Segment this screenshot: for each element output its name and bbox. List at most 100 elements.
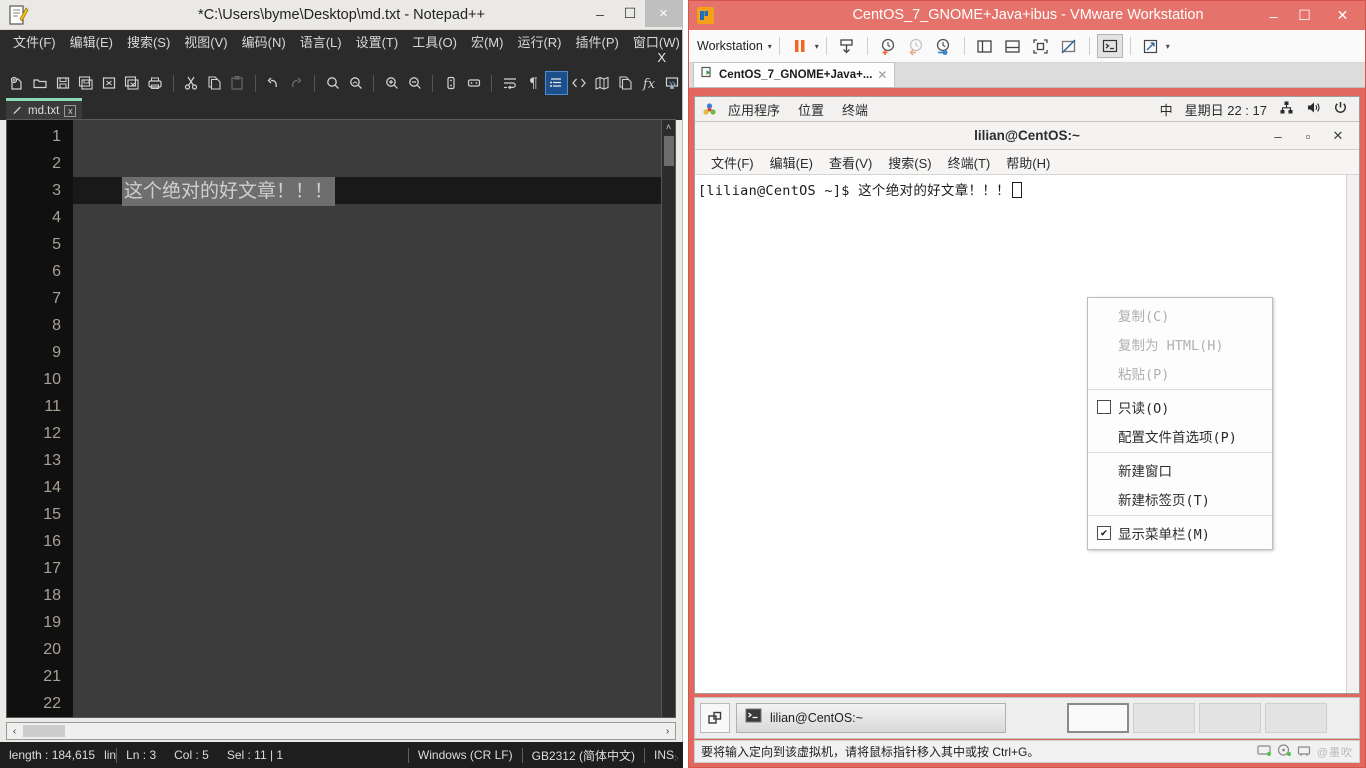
menu-view[interactable]: 视图(V) bbox=[177, 30, 234, 53]
scroll-up-arrow-icon[interactable]: ˄ bbox=[662, 120, 675, 134]
terminal-menu-search[interactable]: 搜索(S) bbox=[880, 153, 939, 172]
cd-dvd-device-icon[interactable] bbox=[1277, 743, 1292, 760]
vmware-maximize-button[interactable]: ☐ bbox=[1289, 3, 1320, 28]
terminal-maximize-button[interactable]: ▫ bbox=[1294, 122, 1322, 150]
terminal-close-button[interactable]: ✕ bbox=[1324, 122, 1352, 150]
terminal-scrollbar[interactable] bbox=[1346, 175, 1359, 693]
zoom-in-icon[interactable] bbox=[381, 72, 402, 94]
input-method-indicator[interactable]: 中 bbox=[1160, 100, 1173, 119]
workstation-menu-label[interactable]: Workstation bbox=[697, 39, 766, 53]
snapshot-take-icon[interactable] bbox=[875, 34, 901, 58]
terminal-minimize-button[interactable]: – bbox=[1264, 122, 1292, 150]
hard-disk-device-icon[interactable] bbox=[1257, 744, 1272, 760]
chevron-down-icon[interactable]: ▾ bbox=[768, 42, 772, 51]
pause-vm-icon[interactable] bbox=[787, 34, 813, 58]
tab-close-icon[interactable]: x bbox=[64, 104, 77, 117]
restore-window-icon[interactable] bbox=[700, 703, 730, 733]
menu-run[interactable]: 运行(R) bbox=[510, 30, 568, 53]
editor-line[interactable] bbox=[73, 663, 675, 690]
word-wrap-icon[interactable] bbox=[499, 72, 520, 94]
full-screen-icon[interactable] bbox=[1028, 34, 1054, 58]
editor-line[interactable] bbox=[73, 636, 675, 663]
hscrollbar-thumb[interactable] bbox=[23, 725, 65, 737]
editor-line[interactable] bbox=[73, 501, 675, 528]
scroll-right-arrow-icon[interactable]: › bbox=[660, 726, 675, 737]
workspace-2[interactable] bbox=[1133, 703, 1195, 733]
editor-line[interactable] bbox=[73, 528, 675, 555]
gnome-menu-places[interactable]: 位置 bbox=[789, 100, 833, 119]
document-map-icon[interactable] bbox=[592, 72, 613, 94]
indent-guide-icon[interactable] bbox=[544, 71, 568, 95]
editor-line[interactable] bbox=[73, 609, 675, 636]
notepad-maximize-button[interactable]: ☐ bbox=[615, 0, 645, 27]
editor-line[interactable] bbox=[73, 339, 675, 366]
terminal-menu-view[interactable]: 查看(V) bbox=[821, 153, 880, 172]
close-file-icon[interactable] bbox=[98, 72, 119, 94]
snapshot-manager-icon[interactable] bbox=[931, 34, 957, 58]
scrollbar-thumb[interactable] bbox=[664, 136, 674, 166]
notepad-close-button[interactable]: × bbox=[645, 0, 682, 27]
save-all-icon[interactable] bbox=[75, 72, 96, 94]
scroll-left-arrow-icon[interactable]: ‹ bbox=[7, 726, 22, 737]
copy-icon[interactable] bbox=[204, 72, 225, 94]
send-ctrl-alt-del-icon[interactable] bbox=[834, 34, 860, 58]
vmware-minimize-button[interactable]: – bbox=[1258, 3, 1289, 28]
resize-grip-icon[interactable]: ⁘ bbox=[671, 752, 680, 765]
tab-md-txt[interactable]: md.txt x bbox=[6, 98, 83, 120]
workspace-4[interactable] bbox=[1265, 703, 1327, 733]
notepad-vertical-scrollbar[interactable]: ˄ bbox=[661, 120, 675, 717]
open-folder-icon[interactable] bbox=[29, 72, 50, 94]
menu-search[interactable]: 搜索(S) bbox=[120, 30, 177, 53]
menu-encoding[interactable]: 编码(N) bbox=[235, 30, 293, 53]
show-all-chars-icon[interactable]: ¶ bbox=[523, 72, 544, 94]
vm-guest-screen[interactable]: 应用程序 位置 终端 中 星期日 22 : 17 lilian@CentOS:~… bbox=[694, 96, 1360, 694]
context-menu-item[interactable]: 配置文件首选项(P) bbox=[1088, 421, 1272, 450]
cut-icon[interactable] bbox=[181, 72, 202, 94]
context-menu-item[interactable]: 新建标签页(T) bbox=[1088, 484, 1272, 513]
function-list-icon[interactable] bbox=[615, 72, 636, 94]
gnome-clock[interactable]: 星期日 22 : 17 bbox=[1185, 100, 1267, 119]
editor-line[interactable] bbox=[73, 474, 675, 501]
menu-settings[interactable]: 设置(T) bbox=[349, 30, 406, 53]
terminal-menu-terminal[interactable]: 终端(T) bbox=[940, 153, 999, 172]
network-adapter-device-icon[interactable] bbox=[1297, 744, 1312, 760]
gnome-menu-terminal[interactable]: 终端 bbox=[833, 100, 877, 119]
terminal-menu-help[interactable]: 帮助(H) bbox=[998, 153, 1058, 172]
editor-line[interactable] bbox=[73, 258, 675, 285]
editor-line[interactable] bbox=[73, 393, 675, 420]
terminal-menu-file[interactable]: 文件(F) bbox=[703, 153, 762, 172]
sync-scroll-h-icon[interactable] bbox=[463, 72, 484, 94]
editor-line[interactable] bbox=[73, 447, 675, 474]
new-file-icon[interactable] bbox=[6, 72, 27, 94]
find-icon[interactable] bbox=[322, 72, 343, 94]
stretch-view-icon[interactable] bbox=[1138, 34, 1164, 58]
toolbar-overflow-chevron-icon[interactable]: » bbox=[668, 75, 676, 91]
terminal-output-area[interactable]: [lilian@CentOS ~]$ 这个绝对的好文章！！！ 复制(C) 复制为 … bbox=[695, 175, 1359, 693]
editor-line[interactable] bbox=[73, 150, 675, 177]
save-icon[interactable] bbox=[52, 72, 73, 94]
menu-tools[interactable]: 工具(O) bbox=[405, 30, 464, 53]
checkbox-unchecked-icon[interactable] bbox=[1097, 399, 1111, 414]
show-thumbnails-icon[interactable] bbox=[1000, 34, 1026, 58]
editor-line[interactable] bbox=[73, 420, 675, 447]
context-menu-item[interactable]: ✔ 显示菜单栏(M) bbox=[1088, 518, 1272, 547]
workspace-3[interactable] bbox=[1199, 703, 1261, 733]
gnome-menu-applications[interactable]: 应用程序 bbox=[719, 100, 789, 119]
zoom-out-icon[interactable] bbox=[404, 72, 425, 94]
document-close-x-button[interactable]: X bbox=[657, 50, 666, 65]
sync-scroll-v-icon[interactable] bbox=[440, 72, 461, 94]
show-library-icon[interactable] bbox=[972, 34, 998, 58]
editor-line[interactable] bbox=[73, 312, 675, 339]
editor-line[interactable] bbox=[73, 366, 675, 393]
notepad-minimize-button[interactable]: – bbox=[585, 0, 615, 27]
workspace-1[interactable] bbox=[1067, 703, 1129, 733]
macro-fx-icon[interactable]: fx bbox=[638, 72, 659, 94]
terminal-menu-edit[interactable]: 编辑(E) bbox=[762, 153, 821, 172]
replace-icon[interactable] bbox=[345, 72, 366, 94]
notepad-horizontal-scrollbar[interactable]: ‹ › bbox=[6, 722, 676, 740]
notepad-editor-area[interactable]: 1 2 3 4 5 6 7 8 9 10 11 12 13 14 15 16 17 18 19 20 21 22 这个绝对… bbox=[6, 119, 676, 718]
editor-line[interactable]: 这个绝对的好文章！！！ bbox=[73, 177, 675, 206]
editor-line[interactable] bbox=[73, 231, 675, 258]
vmware-close-button[interactable]: ✕ bbox=[1327, 3, 1358, 28]
unity-mode-icon[interactable] bbox=[1056, 34, 1082, 58]
